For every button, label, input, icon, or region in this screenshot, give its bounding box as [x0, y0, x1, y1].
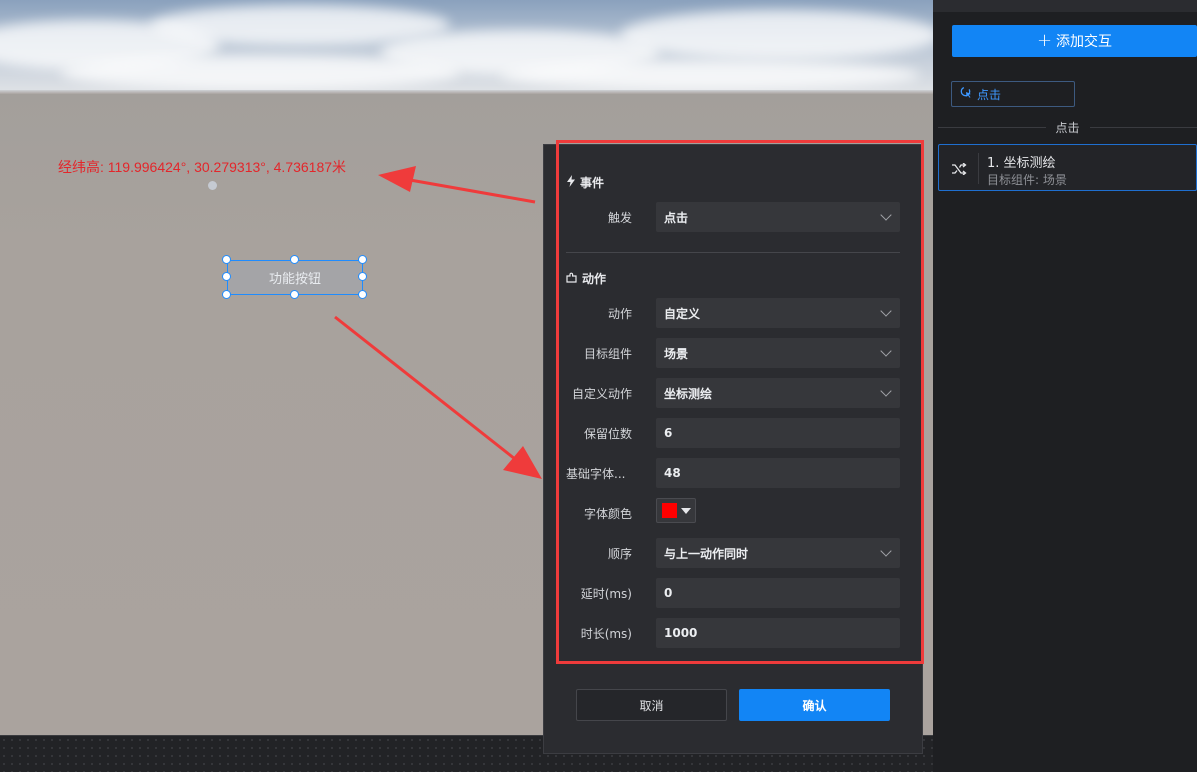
trigger-select[interactable]: 点击	[656, 202, 900, 232]
action-select[interactable]: 自定义	[656, 298, 900, 328]
resize-handle-tm[interactable]	[290, 255, 299, 264]
trigger-label: 触发	[607, 211, 632, 225]
pointer-click-icon	[960, 86, 973, 102]
resize-handle-bl[interactable]	[222, 290, 231, 299]
add-interaction-label: 添加交互	[1056, 34, 1113, 50]
interaction-panel: + 添加交互 点击 点击 1. 坐标测绘 目标组件: 场景	[933, 0, 1197, 772]
custom-action-value: 坐标测绘	[664, 386, 713, 401]
measure-point	[208, 181, 217, 190]
duration-value: 1000	[664, 626, 698, 640]
lightning-icon	[566, 175, 576, 190]
section-divider	[566, 252, 900, 253]
event-pill-label: 点击	[977, 87, 1002, 102]
resize-handle-tl[interactable]	[222, 255, 231, 264]
resize-handle-tr[interactable]	[358, 255, 367, 264]
resize-handle-bm[interactable]	[290, 290, 299, 299]
chevron-down-icon	[880, 345, 892, 357]
custom-action-select[interactable]: 坐标测绘	[656, 378, 900, 408]
chevron-down-icon	[880, 545, 892, 557]
base-font-value: 48	[664, 466, 681, 480]
resize-handle-ml[interactable]	[222, 272, 231, 281]
chevron-down-icon	[880, 305, 892, 317]
chevron-down-icon	[880, 385, 892, 397]
sky	[0, 0, 933, 92]
order-value: 与上一动作同时	[664, 546, 749, 561]
action-label: 动作	[607, 307, 632, 321]
puzzle-icon	[566, 272, 578, 286]
decimals-value: 6	[664, 426, 673, 440]
base-font-input[interactable]: 48	[656, 458, 900, 488]
order-label: 顺序	[607, 547, 632, 561]
confirm-button[interactable]: 确认	[739, 689, 890, 721]
resize-handle-mr[interactable]	[358, 272, 367, 281]
font-color-label: 字体颜色	[583, 507, 632, 521]
add-interaction-button[interactable]: + 添加交互	[952, 25, 1197, 57]
action-section-title: 动作	[566, 270, 606, 287]
cancel-button[interactable]: 取消	[576, 689, 727, 721]
event-type-pill[interactable]: 点击	[951, 81, 1075, 107]
decimals-input[interactable]: 6	[656, 418, 900, 448]
delay-value: 0	[664, 586, 673, 600]
chevron-down-icon	[880, 209, 892, 221]
action-value: 自定义	[664, 306, 701, 321]
font-color-picker[interactable]	[656, 498, 696, 523]
target-label: 目标组件	[583, 347, 632, 361]
custom-action-label: 自定义动作	[571, 387, 632, 401]
action-card[interactable]: 1. 坐标测绘 目标组件: 场景	[938, 144, 1197, 191]
shuffle-icon	[939, 153, 979, 184]
coordinate-readout: 经纬高: 119.996424°, 30.279313°, 4.736187米	[58, 159, 347, 175]
action-section-label: 动作	[582, 272, 607, 286]
resize-handle-br[interactable]	[358, 290, 367, 299]
interaction-dialog	[543, 144, 923, 754]
caret-down-icon	[681, 507, 691, 514]
target-select[interactable]: 场景	[656, 338, 900, 368]
target-value: 场景	[664, 346, 689, 361]
action-card-title: 1. 坐标测绘	[987, 156, 1056, 171]
trigger-value: 点击	[664, 210, 689, 225]
base-font-label: 基础字体...	[566, 467, 626, 481]
event-section-title: 事件	[566, 174, 604, 191]
order-select[interactable]: 与上一动作同时	[656, 538, 900, 568]
color-swatch	[662, 503, 677, 518]
delay-label: 延时(ms)	[580, 587, 632, 601]
event-group-divider: 点击	[938, 119, 1197, 135]
event-group-label: 点击	[1055, 120, 1080, 135]
panel-topbar	[933, 0, 1197, 12]
horizon	[0, 90, 933, 94]
decimals-label: 保留位数	[583, 427, 632, 441]
event-section-label: 事件	[580, 176, 605, 190]
plus-icon: +	[1036, 30, 1053, 51]
delay-input[interactable]: 0	[656, 578, 900, 608]
duration-label: 时长(ms)	[580, 627, 632, 641]
duration-input[interactable]: 1000	[656, 618, 900, 648]
action-card-subtitle: 目标组件: 场景	[987, 173, 1067, 187]
